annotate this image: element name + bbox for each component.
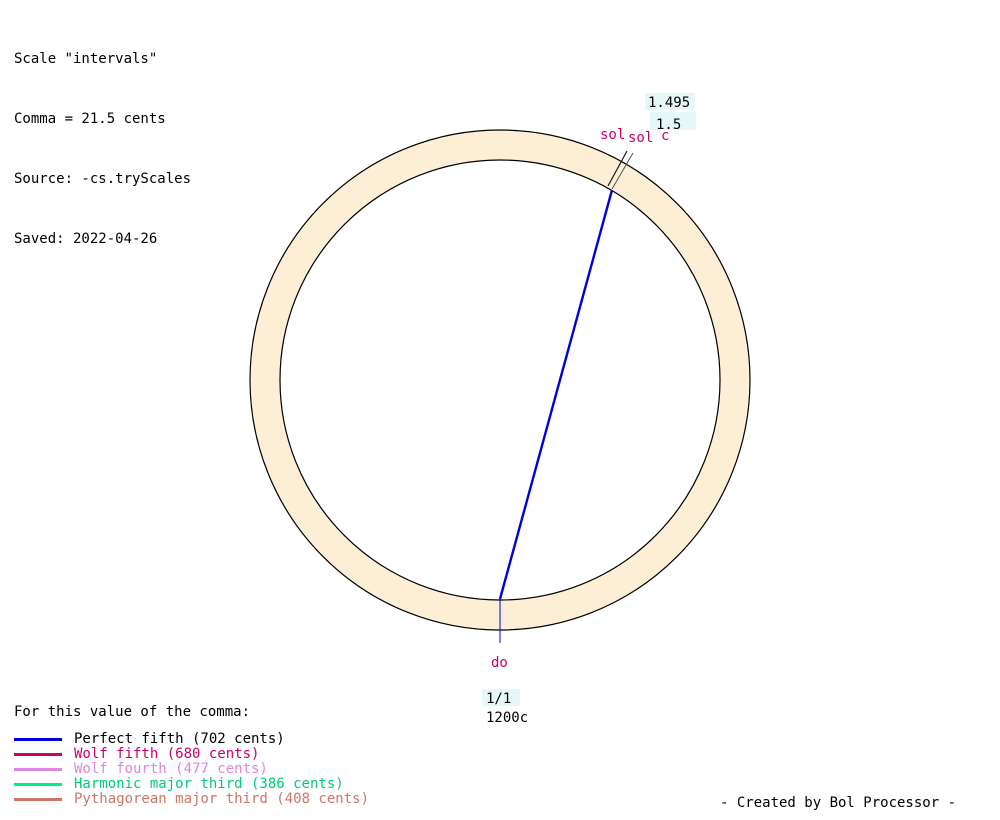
legend-swatch-perfect-fifth — [14, 738, 62, 741]
sol-cents-label: c — [661, 128, 669, 144]
sol-note-name-2: sol — [628, 130, 653, 146]
legend-label-wolf-fourth: Wolf fourth (477 cents) — [74, 761, 268, 777]
legend-title: For this value of the comma: — [14, 704, 251, 720]
sol-note-name-1: sol — [600, 127, 625, 143]
interval-legend: For this value of the comma: Perfect fif… — [14, 702, 369, 807]
legend-item-wolf-fifth: Wolf fifth (680 cents) — [14, 747, 369, 762]
legend-label-pythagorean-major-third: Pythagorean major third (408 cents) — [74, 791, 370, 807]
scale-ring-inner — [279, 159, 721, 601]
do-note-name: do — [491, 655, 508, 671]
sol-ratio-1-label: 1.495 — [648, 95, 690, 111]
do-cents-label: 1200c — [486, 710, 528, 726]
legend-swatch-pythagorean-major-third — [14, 798, 62, 801]
legend-label-wolf-fifth: Wolf fifth (680 cents) — [74, 746, 260, 762]
do-ratio-label: 1/1 — [486, 691, 511, 707]
legend-swatch-wolf-fifth — [14, 753, 62, 756]
legend-label-harmonic-major-third: Harmonic major third (386 cents) — [74, 776, 344, 792]
legend-item-pythagorean-major-third: Pythagorean major third (408 cents) — [14, 792, 369, 807]
scale-circle-diagram: 1.495 1.5 sol sol c do 1/1 1200c — [249, 93, 751, 726]
legend-swatch-harmonic-major-third — [14, 783, 62, 786]
legend-label-perfect-fifth: Perfect fifth (702 cents) — [74, 731, 285, 747]
legend-item-harmonic-major-third: Harmonic major third (386 cents) — [14, 777, 369, 792]
credit-text: - Created by Bol Processor - — [720, 795, 957, 811]
legend-swatch-wolf-fourth — [14, 768, 62, 771]
legend-item-perfect-fifth: Perfect fifth (702 cents) — [14, 732, 369, 747]
legend-item-wolf-fourth: Wolf fourth (477 cents) — [14, 762, 369, 777]
